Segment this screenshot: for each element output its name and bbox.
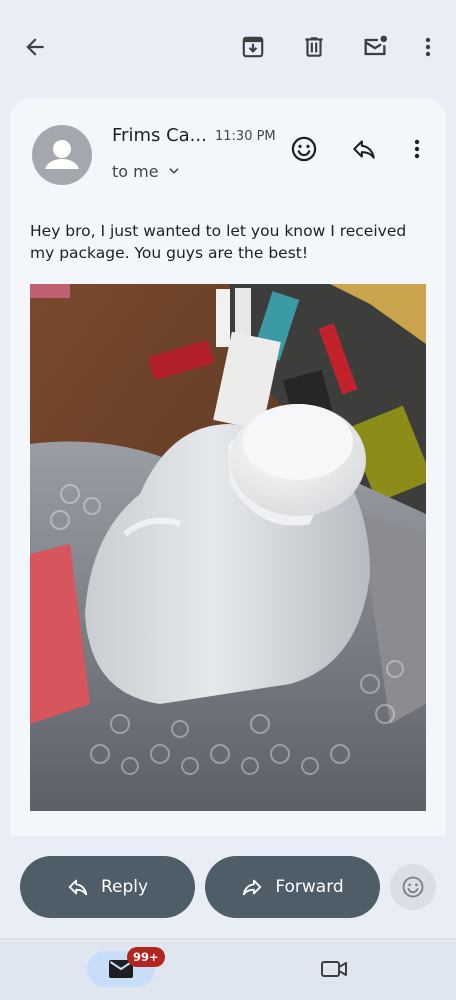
video-camera-icon xyxy=(321,961,347,977)
forward-label: Forward xyxy=(275,877,344,897)
forward-icon xyxy=(243,879,262,896)
mark-unread-button[interactable] xyxy=(355,27,395,67)
more-vert-icon xyxy=(425,37,431,57)
reply-label: Reply xyxy=(100,877,149,897)
avatar[interactable] xyxy=(32,125,92,185)
message-more-button[interactable] xyxy=(397,129,437,169)
forward-button[interactable]: Forward xyxy=(205,856,380,918)
back-button[interactable] xyxy=(15,27,55,67)
email-card: Frims Ca... 11:30 PM to me Hey bro, I ju… xyxy=(10,98,446,836)
add-reaction-fab[interactable] xyxy=(390,864,436,910)
photo-image xyxy=(30,284,426,811)
email-body: Hey bro, I just wanted to let you know I… xyxy=(30,222,407,262)
sender-name[interactable]: Frims Ca... xyxy=(112,125,207,146)
trash-icon xyxy=(305,37,323,57)
emoji-icon xyxy=(402,876,424,898)
unread-count-badge: 99+ xyxy=(127,947,165,967)
add-reaction-button[interactable] xyxy=(284,129,324,169)
recipient-label: to me xyxy=(112,161,159,181)
person-icon xyxy=(45,140,79,169)
recipient-details-toggle[interactable]: to me xyxy=(112,160,181,182)
reply-icon xyxy=(68,879,88,896)
archive-icon xyxy=(242,36,264,58)
sent-time: 11:30 PM xyxy=(215,129,276,144)
archive-button[interactable] xyxy=(233,27,273,67)
emoji-reaction-icon xyxy=(291,136,317,162)
delete-button[interactable] xyxy=(294,27,334,67)
nav-tab-meet[interactable] xyxy=(312,951,356,987)
reply-button[interactable]: Reply xyxy=(20,856,195,918)
more-options-button[interactable] xyxy=(408,27,448,67)
message-actions: Reply Forward xyxy=(0,836,456,938)
arrow-back-icon xyxy=(26,38,44,56)
bottom-navigation: 99+ xyxy=(0,938,456,1000)
chevron-down-icon xyxy=(168,168,179,174)
reply-icon xyxy=(353,140,375,159)
attached-photo[interactable] xyxy=(30,284,426,811)
more-vert-icon xyxy=(414,139,420,159)
mark-unread-icon xyxy=(364,35,388,56)
top-toolbar xyxy=(0,0,456,92)
reply-header-button[interactable] xyxy=(344,129,384,169)
